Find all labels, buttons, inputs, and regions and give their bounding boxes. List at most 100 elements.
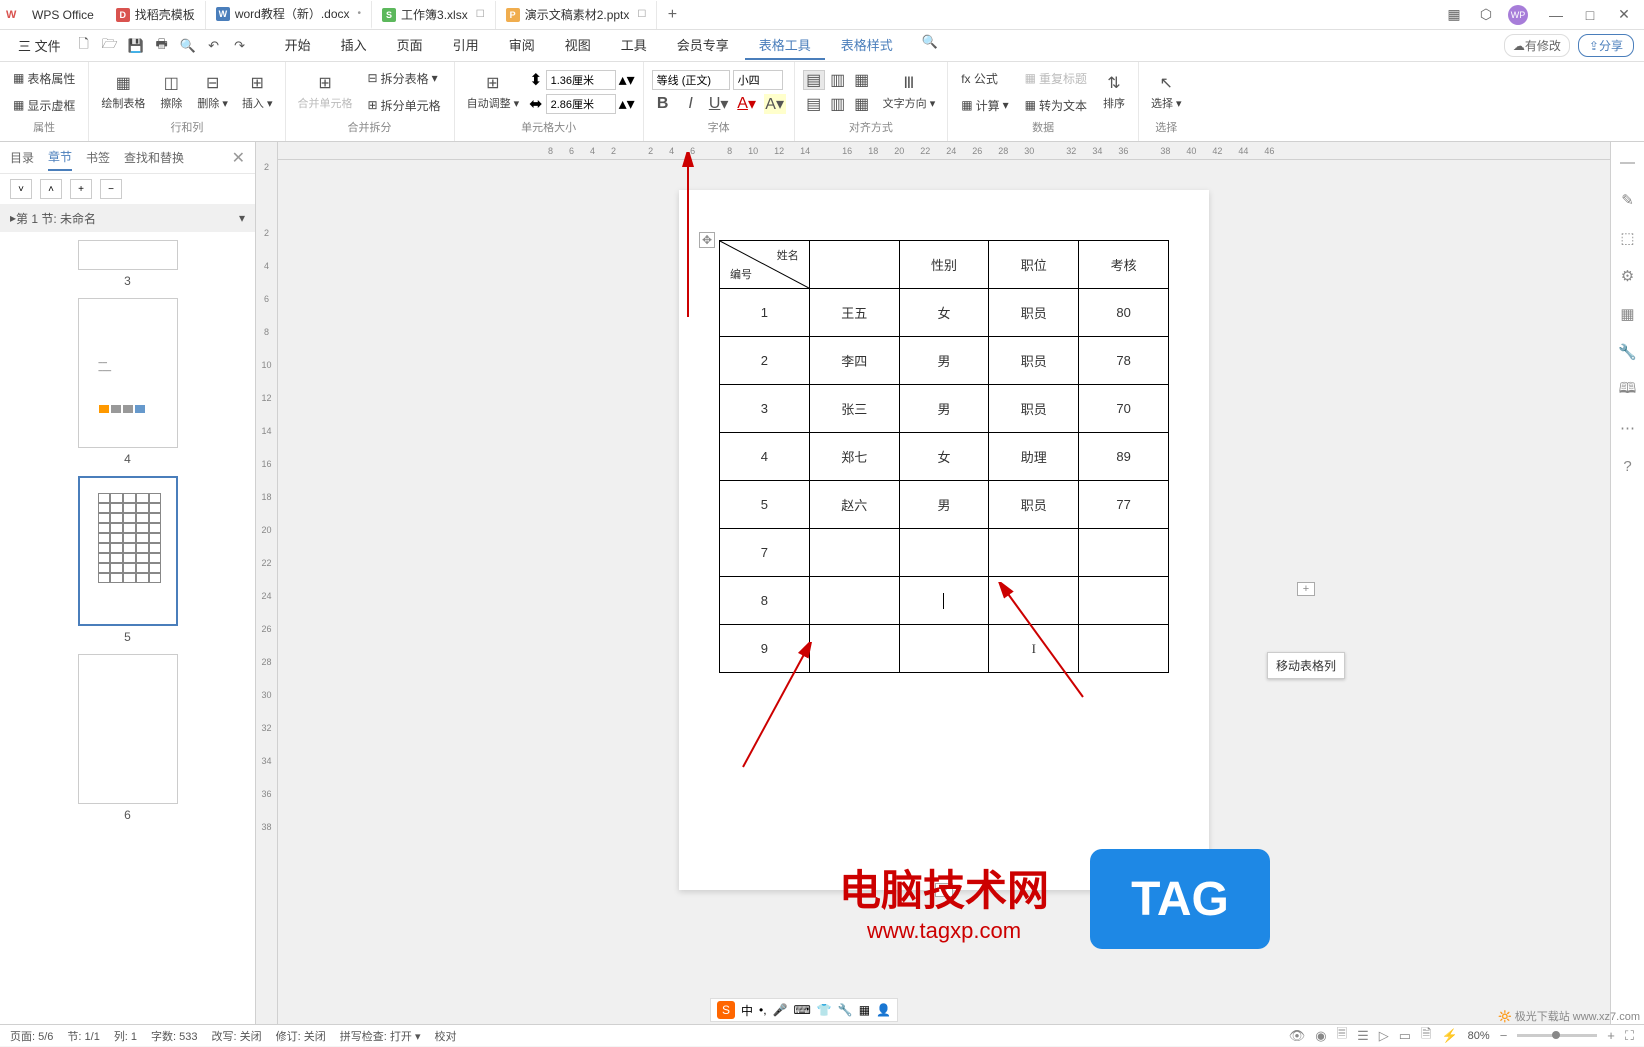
panel-tab-find[interactable]: 查找和替换 [124,145,184,170]
web-icon[interactable]: ▭ [1399,1028,1411,1044]
maximize-icon[interactable]: □ [1580,5,1600,25]
more-icon[interactable]: ⋯ [1618,418,1638,438]
table-cell[interactable]: 职员 [989,289,1079,337]
table-row[interactable]: 3张三男职员70 [720,385,1169,433]
header-cell[interactable]: 考核 [1079,241,1169,289]
table-cell[interactable] [809,529,899,577]
table-cell[interactable]: 女 [899,433,989,481]
close-icon[interactable]: ☐ [637,9,646,20]
table-cell[interactable]: 郑七 [809,433,899,481]
select-button[interactable]: ↖选择 ▾ [1147,69,1186,115]
add-col-button[interactable]: + [1297,582,1315,596]
col-width-input[interactable] [546,94,616,114]
convert-text-button[interactable]: ▦ 转为文本 [1020,94,1092,117]
table-cell[interactable]: 7 [720,529,810,577]
table-cell[interactable]: I [989,625,1079,673]
status-spell[interactable]: 拼写检查: 打开 ▾ [340,1028,421,1044]
table-row[interactable]: 7 [720,529,1169,577]
table-cell[interactable]: 4 [720,433,810,481]
table-row[interactable]: 1王五女职员80 [720,289,1169,337]
draft-icon[interactable]: 🗎 [1421,1025,1431,1047]
underline-button[interactable]: U▾ [708,94,730,114]
header-cell[interactable]: 职位 [989,241,1079,289]
split-table-button[interactable]: ⊟ 拆分表格 ▾ [363,67,446,90]
expand-button[interactable]: ˄ [40,179,62,199]
split-cell-button[interactable]: ⊞ 拆分单元格 [363,94,446,117]
add-section-button[interactable]: + [70,179,92,199]
header-cell[interactable] [809,241,899,289]
zoom-out-icon[interactable]: − [1500,1028,1508,1043]
zoom-slider[interactable] [1517,1034,1597,1037]
table-cell[interactable] [809,577,899,625]
new-icon[interactable]: 🗋 [73,35,95,57]
table-row[interactable]: 2李四男职员78 [720,337,1169,385]
settings-icon[interactable]: ⚙ [1618,266,1638,286]
auto-adjust-button[interactable]: ⊞自动调整 ▾ [463,69,524,115]
table-cell[interactable]: 张三 [809,385,899,433]
panel-tab-chapter[interactable]: 章节 [48,144,72,171]
show-gridlines-button[interactable]: ▦ 显示虚框 [8,94,80,117]
pen-icon[interactable]: ✎ [1618,190,1638,210]
page-thumb-6[interactable] [78,654,178,804]
page-view-icon[interactable]: 🗏 [1337,1025,1347,1047]
align-top-right[interactable]: ▦ [851,70,873,90]
table-cell[interactable]: 男 [899,337,989,385]
table-cell[interactable] [899,577,989,625]
page-thumb-4[interactable]: ━━━━━ [78,298,178,448]
table-cell[interactable]: 李四 [809,337,899,385]
close-icon[interactable]: ✕ [1614,5,1634,25]
font-name-select[interactable] [652,70,730,90]
table-cell[interactable]: 助理 [989,433,1079,481]
status-page[interactable]: 页面: 5/6 [10,1028,53,1044]
calc-button[interactable]: ▦ 计算 ▾ [956,94,1013,117]
insert-button[interactable]: ⊞插入 ▾ [238,69,277,115]
align-mid-left[interactable]: ▤ [803,94,825,114]
menu-table-style[interactable]: 表格样式 [827,31,907,60]
redo-icon[interactable]: ↷ [229,35,251,57]
table-cell[interactable]: 职员 [989,481,1079,529]
menu-reference[interactable]: 引用 [439,31,493,60]
table-cell[interactable]: 王五 [809,289,899,337]
table-cell[interactable]: 女 [899,289,989,337]
eye-icon[interactable]: 👁 [1289,1028,1306,1044]
table-cell[interactable] [1079,577,1169,625]
undo-icon[interactable]: ↶ [203,35,225,57]
erase-button[interactable]: ◫擦除 [155,69,187,115]
header-cell[interactable]: 性别 [899,241,989,289]
table-cell[interactable]: 8 [720,577,810,625]
menu-insert[interactable]: 插入 [327,31,381,60]
table-cell[interactable] [899,625,989,673]
font-size-select[interactable] [733,70,783,90]
ime-mic-icon[interactable]: 🎤 [773,1003,788,1017]
table-cell[interactable] [809,625,899,673]
diagonal-header-cell[interactable]: 姓名 编号 [720,241,810,289]
ime-keyboard-icon[interactable]: ⌨ [794,1003,811,1017]
table-props-button[interactable]: ▦ 表格属性 [8,67,80,90]
table-row[interactable]: 姓名 编号 性别 职位 考核 [720,241,1169,289]
page-thumb-3[interactable] [78,240,178,270]
search-icon[interactable]: 🔍 [919,31,941,53]
ime-user-icon[interactable]: 👤 [876,1003,891,1017]
preview-icon[interactable]: 🔍 [177,35,199,57]
table-cell[interactable]: 赵六 [809,481,899,529]
stepper-icon[interactable]: ▴▾ [619,94,635,114]
status-revise[interactable]: 修订: 关闭 [276,1028,326,1044]
document-table[interactable]: 姓名 编号 性别 职位 考核 1王五女职员802李四男职员783张三男职员704… [719,240,1169,673]
menu-member[interactable]: 会员专享 [663,31,743,60]
tab-word-doc[interactable]: Wword教程（新）.docx• [206,1,372,29]
text-direction-button[interactable]: Ⅲ文字方向 ▾ [879,69,940,115]
panel-close-icon[interactable]: ✕ [232,148,245,168]
tab-template[interactable]: D找稻壳模板 [106,1,206,29]
menu-page[interactable]: 页面 [383,31,437,60]
table-cell[interactable] [989,529,1079,577]
stepper-icon[interactable]: ▴▾ [619,70,635,90]
ime-skin-icon[interactable]: 👕 [817,1003,832,1017]
minimize-icon[interactable]: — [1546,5,1566,25]
fit-icon[interactable]: ⛶ [1625,1028,1634,1044]
table-cell[interactable]: 80 [1079,289,1169,337]
table-cell[interactable] [899,529,989,577]
table-cell[interactable]: 89 [1079,433,1169,481]
highlight-button[interactable]: A▾ [764,94,786,114]
table-cell[interactable]: 男 [899,481,989,529]
table-cell[interactable]: 70 [1079,385,1169,433]
